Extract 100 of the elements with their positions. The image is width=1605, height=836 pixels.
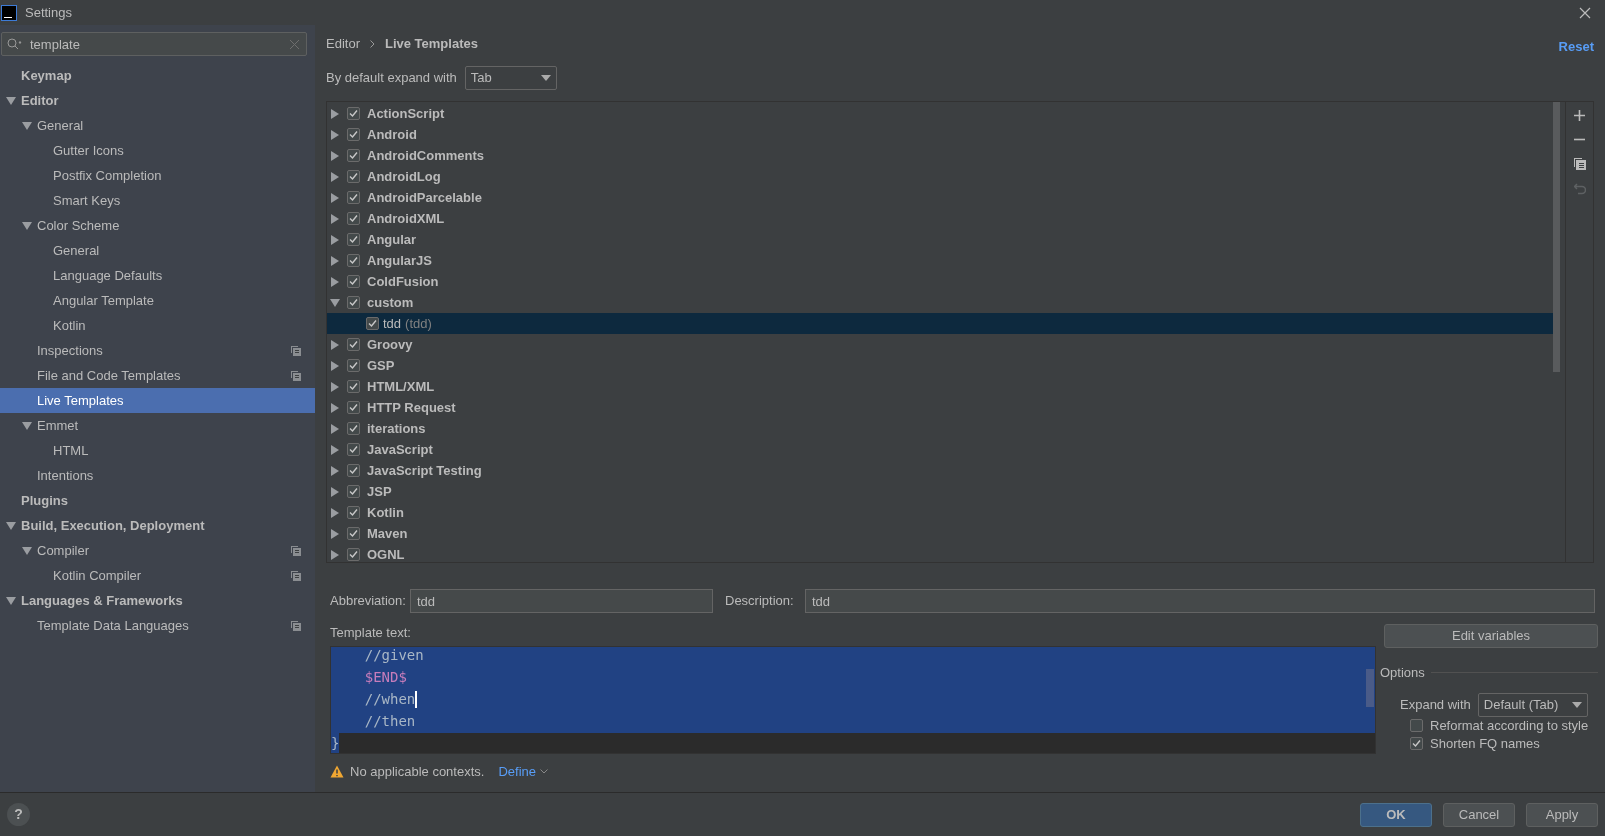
collapsed-triangle-icon[interactable] <box>330 129 340 140</box>
sidebar-item[interactable]: General <box>0 238 315 263</box>
template-group-row[interactable]: ActionScript <box>327 103 1553 124</box>
sidebar-item[interactable]: Languages & Frameworks <box>0 588 315 613</box>
collapsed-triangle-icon[interactable] <box>330 465 340 476</box>
checkbox[interactable] <box>347 548 360 561</box>
search-field[interactable]: template <box>1 32 307 56</box>
template-group-row[interactable]: Groovy <box>327 334 1553 355</box>
checkbox[interactable] <box>347 128 360 141</box>
sidebar-item[interactable]: Template Data Languages <box>0 613 315 638</box>
sidebar-item[interactable]: Kotlin <box>0 313 315 338</box>
checkbox[interactable] <box>1410 719 1423 732</box>
checkbox[interactable] <box>347 212 360 225</box>
sidebar-item[interactable]: Gutter Icons <box>0 138 315 163</box>
checkbox[interactable] <box>347 296 360 309</box>
close-icon[interactable] <box>1579 6 1591 19</box>
help-button[interactable]: ? <box>7 803 30 826</box>
checkbox[interactable] <box>347 359 360 372</box>
checkbox[interactable] <box>347 275 360 288</box>
expanded-triangle-icon[interactable] <box>6 520 16 531</box>
reset-link[interactable]: Reset <box>1558 37 1594 57</box>
sidebar-item[interactable]: HTML <box>0 438 315 463</box>
collapsed-triangle-icon[interactable] <box>330 192 340 203</box>
sidebar-item[interactable]: Plugins <box>0 488 315 513</box>
expanded-triangle-icon[interactable] <box>22 545 32 556</box>
expanded-triangle-icon[interactable] <box>6 95 16 106</box>
expanded-triangle-icon[interactable] <box>22 420 32 431</box>
template-group-row[interactable]: AndroidXML <box>327 208 1553 229</box>
checkbox[interactable] <box>347 464 360 477</box>
dialog-button[interactable]: Apply <box>1526 802 1598 827</box>
checkbox[interactable] <box>347 107 360 120</box>
edit-variables-button[interactable]: Edit variables <box>1384 624 1598 648</box>
sidebar-item[interactable]: Keymap <box>0 63 315 88</box>
template-group-row[interactable]: custom <box>327 292 1553 313</box>
template-group-row[interactable]: AndroidComments <box>327 145 1553 166</box>
define-link[interactable]: Define <box>498 761 548 782</box>
checkbox[interactable] <box>347 191 360 204</box>
expanded-triangle-icon[interactable] <box>22 120 32 131</box>
dialog-button[interactable]: OK <box>1360 802 1432 827</box>
template-group-row[interactable]: JavaScript Testing <box>327 460 1553 481</box>
checkbox[interactable] <box>1410 737 1423 750</box>
template-group-row[interactable]: JSP <box>327 481 1553 502</box>
expand-with-dropdown[interactable]: Default (Tab) <box>1477 692 1588 717</box>
collapsed-triangle-icon[interactable] <box>330 150 340 161</box>
collapsed-triangle-icon[interactable] <box>330 528 340 539</box>
checkbox[interactable] <box>347 506 360 519</box>
checkbox[interactable] <box>347 338 360 351</box>
template-row[interactable]: tdd (tdd) <box>327 313 1553 334</box>
sidebar-item[interactable]: Emmet <box>0 413 315 438</box>
template-group-row[interactable]: HTTP Request <box>327 397 1553 418</box>
copy-icon[interactable] <box>1573 158 1586 170</box>
expand-with-dropdown[interactable]: Tab <box>464 66 557 90</box>
description-field[interactable]: tdd <box>805 589 1595 613</box>
template-group-row[interactable]: AndroidLog <box>327 166 1553 187</box>
template-group-row[interactable]: AngularJS <box>327 250 1553 271</box>
dialog-button[interactable]: Cancel <box>1443 802 1515 827</box>
template-group-row[interactable]: Maven <box>327 523 1553 544</box>
expanded-triangle-icon[interactable] <box>330 297 340 308</box>
collapsed-triangle-icon[interactable] <box>330 381 340 392</box>
collapsed-triangle-icon[interactable] <box>330 234 340 245</box>
sidebar-item[interactable]: Live Templates <box>0 388 315 413</box>
template-group-row[interactable]: Android <box>327 124 1553 145</box>
checkbox[interactable] <box>347 422 360 435</box>
sidebar-item[interactable]: Kotlin Compiler <box>0 563 315 588</box>
collapsed-triangle-icon[interactable] <box>330 171 340 182</box>
template-text-editor[interactable]: //given $END$ //when //then } <box>330 645 1376 754</box>
scrollbar-thumb[interactable] <box>1366 668 1374 707</box>
template-group-row[interactable]: GSP <box>327 355 1553 376</box>
template-group-row[interactable]: Angular <box>327 229 1553 250</box>
template-group-row[interactable]: JavaScript <box>327 439 1553 460</box>
sidebar-item[interactable]: Smart Keys <box>0 188 315 213</box>
sidebar-item[interactable]: Compiler <box>0 538 315 563</box>
collapsed-triangle-icon[interactable] <box>330 360 340 371</box>
sidebar-item[interactable]: Color Scheme <box>0 213 315 238</box>
sidebar-item[interactable]: Intentions <box>0 463 315 488</box>
checkbox[interactable] <box>347 401 360 414</box>
expanded-triangle-icon[interactable] <box>6 595 16 606</box>
sidebar-item[interactable]: General <box>0 113 315 138</box>
checkbox[interactable] <box>347 527 360 540</box>
template-group-row[interactable]: iterations <box>327 418 1553 439</box>
add-icon[interactable] <box>1574 110 1585 121</box>
sidebar-item[interactable]: Editor <box>0 88 315 113</box>
sidebar-item[interactable]: Build, Execution, Deployment <box>0 513 315 538</box>
collapsed-triangle-icon[interactable] <box>330 108 340 119</box>
scrollbar-thumb[interactable] <box>1553 102 1560 372</box>
template-group-row[interactable]: AndroidParcelable <box>327 187 1553 208</box>
template-group-row[interactable]: OGNL <box>327 544 1553 562</box>
collapsed-triangle-icon[interactable] <box>330 444 340 455</box>
checkbox[interactable] <box>366 317 379 330</box>
expanded-triangle-icon[interactable] <box>22 220 32 231</box>
collapsed-triangle-icon[interactable] <box>330 402 340 413</box>
checkbox[interactable] <box>347 233 360 246</box>
collapsed-triangle-icon[interactable] <box>330 486 340 497</box>
checkbox[interactable] <box>347 149 360 162</box>
checkbox[interactable] <box>347 380 360 393</box>
collapsed-triangle-icon[interactable] <box>330 339 340 350</box>
template-group-row[interactable]: ColdFusion <box>327 271 1553 292</box>
collapsed-triangle-icon[interactable] <box>330 549 340 560</box>
collapsed-triangle-icon[interactable] <box>330 213 340 224</box>
collapsed-triangle-icon[interactable] <box>330 276 340 287</box>
